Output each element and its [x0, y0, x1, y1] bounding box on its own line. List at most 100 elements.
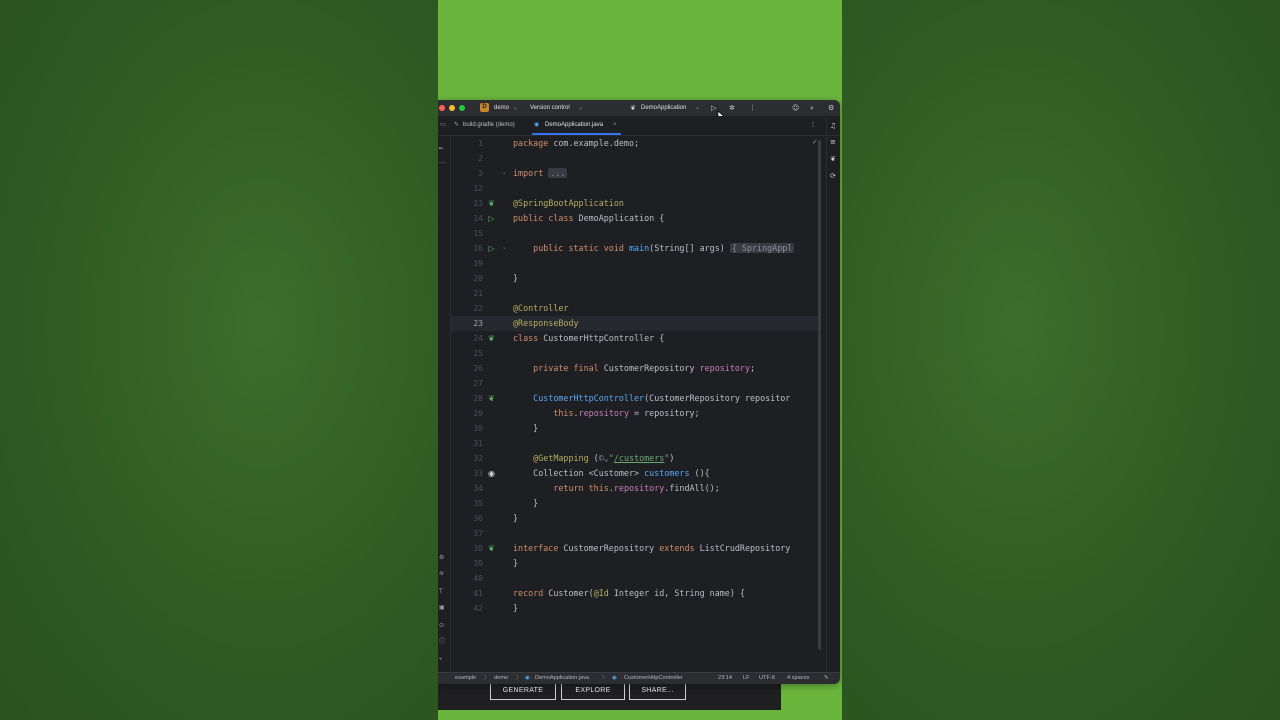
- spring-bean-icon[interactable]: ❦: [487, 334, 496, 343]
- fold-arrow-icon[interactable]: ›: [503, 241, 505, 256]
- line-number: 13: [473, 199, 483, 208]
- structure-icon[interactable]: ⑉: [439, 144, 443, 152]
- chevron-down-icon: ⌄: [578, 105, 584, 111]
- code-text: import ...: [513, 168, 568, 178]
- code-line: 12: [451, 181, 821, 196]
- code-text: public class DemoApplication {: [513, 213, 665, 223]
- code-line: 14 ▷ public class DemoApplication {: [451, 211, 821, 226]
- line-number: 35: [473, 499, 483, 508]
- run-icon[interactable]: ▷: [711, 103, 716, 113]
- git-icon[interactable]: ⊙: [439, 622, 444, 630]
- code-line: 36 }: [451, 511, 821, 526]
- services-icon[interactable]: ⚙: [439, 554, 444, 562]
- java-class-icon: ◉: [534, 122, 540, 128]
- debug-icon[interactable]: ✲: [729, 103, 735, 113]
- version-control-icon[interactable]: ⑂: [439, 656, 443, 664]
- terminal-icon[interactable]: T: [439, 588, 443, 596]
- run-gutter-icon[interactable]: ▷: [487, 214, 496, 223]
- project-selector[interactable]: demo: [494, 103, 509, 113]
- code-text: }: [513, 513, 519, 523]
- code-line: 19: [451, 256, 821, 271]
- folded-method-body[interactable]: { SpringAppl: [729, 243, 795, 253]
- endpoint-link[interactable]: /customers: [614, 453, 664, 463]
- vertical-scrollbar[interactable]: [818, 140, 821, 650]
- folder-icon: ▭: [440, 122, 446, 128]
- spring-bean-icon[interactable]: ❦: [487, 544, 496, 553]
- search-icon[interactable]: ⌕: [810, 103, 814, 113]
- code-text: this.repository = repository;: [513, 408, 700, 418]
- code-line: 1 package com.example.demo;: [451, 136, 821, 151]
- breadcrumb-item[interactable]: demo: [494, 674, 508, 683]
- background-right: [842, 0, 1280, 720]
- file-encoding[interactable]: UTF-8: [759, 674, 775, 683]
- web-endpoint-icon[interactable]: ◉: [487, 469, 496, 478]
- line-number: 34: [473, 484, 483, 493]
- active-tab-indicator: [532, 133, 621, 135]
- endpoints-icon[interactable]: ⟳: [830, 172, 836, 181]
- breadcrumb-item[interactable]: CustomerHttpController: [624, 674, 683, 683]
- tab-demo-application[interactable]: DemoApplication.java: [545, 120, 603, 131]
- close-window-button[interactable]: [439, 105, 445, 111]
- code-text: return this.repository.findAll();: [513, 483, 720, 493]
- database-icon[interactable]: ≡: [830, 138, 836, 147]
- class-icon: ◉: [612, 675, 617, 681]
- breadcrumb-separator: 〉: [602, 675, 608, 681]
- spring-bean-icon[interactable]: ❦: [487, 394, 496, 403]
- left-tool-strip: ⑉ … ⚙ ≋ T ▣ ⊙ ⓘ ⑂: [438, 136, 451, 672]
- line-number: 27: [473, 379, 483, 388]
- spring-tool-icon[interactable]: ❦: [830, 155, 836, 164]
- tab-build-gradle[interactable]: build.gradle (demo): [463, 120, 515, 131]
- notifications-icon[interactable]: ♫: [830, 122, 836, 131]
- close-tab-icon[interactable]: ×: [613, 120, 617, 131]
- code-text: }: [513, 273, 519, 283]
- chevron-down-icon: ⌄: [513, 105, 519, 111]
- line-number: 2: [478, 154, 483, 163]
- code-line: 39 }: [451, 556, 821, 571]
- project-badge: D: [480, 103, 489, 112]
- caret-position[interactable]: 23:14: [718, 674, 732, 683]
- zoom-window-button[interactable]: [459, 105, 465, 111]
- profile-icon[interactable]: ☺: [792, 103, 799, 113]
- breadcrumb-item[interactable]: DemoApplication.java: [535, 674, 589, 683]
- code-editor[interactable]: 1 package com.example.demo; 2 3 › import…: [451, 136, 821, 672]
- line-number: 14: [473, 214, 483, 223]
- code-line: 24 ❦ class CustomerHttpController {: [451, 331, 821, 346]
- indent-setting[interactable]: 4 spaces: [787, 674, 809, 683]
- code-line: 26 private final CustomerRepository repo…: [451, 361, 821, 376]
- fold-arrow-icon[interactable]: ›: [503, 166, 505, 181]
- code-line: 30 }: [451, 421, 821, 436]
- problems-icon[interactable]: ▣: [439, 604, 445, 612]
- gear-icon[interactable]: ⚙: [828, 103, 834, 113]
- title-bar: D demo ⌄ Version control ⌄ ❦ DemoApplica…: [438, 100, 840, 116]
- layers-icon[interactable]: ≋: [439, 570, 444, 578]
- line-separator[interactable]: LF: [743, 674, 750, 683]
- more-actions-icon[interactable]: ⋮: [749, 103, 756, 113]
- code-line: 32 @GetMapping (©⌄"/customers"): [451, 451, 821, 466]
- breadcrumb-item[interactable]: example: [455, 674, 476, 683]
- line-number: 15: [473, 229, 483, 238]
- code-line: 21: [451, 286, 821, 301]
- inspection-ok-icon[interactable]: ✓: [812, 138, 818, 146]
- line-number: 31: [473, 439, 483, 448]
- code-text: @ResponseBody: [513, 318, 579, 328]
- vcs-selector[interactable]: Version control: [530, 103, 570, 113]
- line-number: 21: [473, 289, 483, 298]
- code-text: package com.example.demo;: [513, 138, 640, 148]
- info-icon[interactable]: ⓘ: [439, 638, 445, 646]
- run-config-selector[interactable]: DemoApplication: [641, 103, 686, 113]
- line-number: 1: [478, 139, 483, 148]
- breadcrumb-separator: 〉: [484, 675, 490, 681]
- spring-bean-icon[interactable]: ❦: [487, 199, 496, 208]
- minimize-window-button[interactable]: [449, 105, 455, 111]
- readonly-toggle-icon[interactable]: ✎: [824, 674, 829, 683]
- tabs-menu-icon[interactable]: ⋮: [810, 120, 816, 131]
- folded-imports[interactable]: ...: [548, 168, 568, 178]
- line-number: 29: [473, 409, 483, 418]
- url-link-icon[interactable]: ©⌄: [599, 453, 609, 463]
- more-tools-icon[interactable]: …: [439, 158, 445, 166]
- line-number: 20: [473, 274, 483, 283]
- code-text: }: [513, 498, 539, 508]
- code-text: @GetMapping (©⌄"/customers"): [513, 453, 675, 463]
- run-gutter-icon[interactable]: ▷: [487, 244, 496, 253]
- line-number: 26: [473, 364, 483, 373]
